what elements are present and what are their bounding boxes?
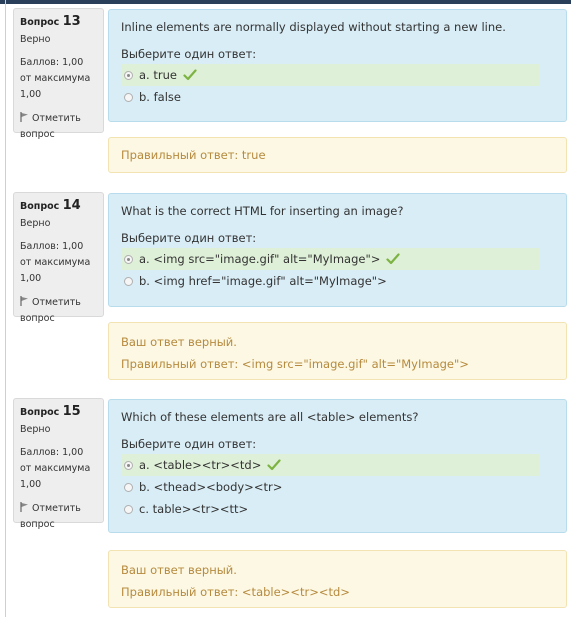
flag-icon — [20, 502, 28, 512]
question-number: Вопрос 14 — [20, 198, 97, 215]
answer-option-b[interactable]: b. <thead><body><tr> — [121, 476, 539, 498]
answer-list: a. true b. false — [121, 64, 554, 108]
feedback-text: Ваш ответ верный. — [121, 335, 237, 349]
answer-option-b[interactable]: b. false — [121, 86, 539, 108]
answer-label: b. false — [139, 90, 181, 104]
question-number-value: 13 — [62, 14, 81, 29]
question-state: Верно — [20, 424, 51, 435]
radio-button[interactable] — [124, 483, 133, 492]
question-feedback: Правильный ответ: true — [108, 137, 567, 173]
correct-answer-text: Правильный ответ: <table><tr><td> — [121, 585, 350, 599]
question-state: Верно — [20, 34, 51, 45]
radio-button[interactable] — [124, 93, 133, 102]
question-grade: Баллов: 1,00 от максимума 1,00 — [20, 447, 91, 490]
answer-label: b. <thead><body><tr> — [139, 480, 283, 494]
flag-label: Отметить вопрос — [20, 503, 81, 530]
question-grade: Баллов: 1,00 от максимума 1,00 — [20, 57, 91, 100]
answer-label: a. <table><tr><td> — [139, 458, 262, 472]
answer-list: a. <img src="image.gif" alt="MyImage"> b… — [121, 248, 554, 292]
flag-label: Отметить вопрос — [20, 297, 81, 324]
top-bar — [0, 0, 571, 4]
answer-label: a. <img src="image.gif" alt="MyImage"> — [139, 252, 381, 266]
answer-option-c[interactable]: c. table><tr><tt> — [121, 498, 539, 520]
radio-button[interactable] — [124, 277, 133, 286]
answer-prompt: Выберите один ответ: — [121, 437, 257, 451]
answer-label: c. table><tr><tt> — [139, 502, 249, 516]
question-feedback: Ваш ответ верный. Правильный ответ: <tab… — [108, 550, 567, 608]
answer-option-a[interactable]: a. <table><tr><td> — [121, 454, 539, 476]
answer-option-a[interactable]: a. true — [121, 64, 539, 86]
flag-question-link[interactable]: Отметить вопрос — [20, 295, 97, 327]
question-grade: Баллов: 1,00 от максимума 1,00 — [20, 241, 91, 284]
question-feedback: Ваш ответ верный. Правильный ответ: <img… — [108, 322, 567, 380]
radio-button[interactable] — [124, 505, 133, 514]
answer-list: a. <table><tr><td> b. <thead><body><tr> … — [121, 454, 554, 520]
question-number-value: 15 — [62, 404, 81, 419]
radio-button[interactable] — [124, 71, 133, 80]
question-state: Верно — [20, 218, 51, 229]
answer-label: a. true — [139, 68, 177, 82]
question-text: Inline elements are normally displayed w… — [121, 20, 506, 34]
radio-button[interactable] — [124, 461, 133, 470]
flag-icon — [20, 112, 28, 122]
check-icon — [267, 459, 281, 471]
question-info: Вопрос 14 Верно Баллов: 1,00 от максимум… — [13, 192, 104, 324]
correct-answer-text: Правильный ответ: true — [121, 148, 266, 162]
answer-option-a[interactable]: a. <img src="image.gif" alt="MyImage"> — [121, 248, 539, 270]
flag-question-link[interactable]: Отметить вопрос — [20, 111, 97, 143]
check-icon — [183, 69, 197, 81]
question-label: Вопрос — [20, 201, 60, 212]
question-info: Вопрос 15 Верно Баллов: 1,00 от максимум… — [13, 398, 104, 530]
question-text: Which of these elements are all <table> … — [121, 410, 419, 424]
question-formulation: Inline elements are normally displayed w… — [108, 9, 567, 122]
question-number: Вопрос 13 — [20, 14, 97, 31]
question-text: What is the correct HTML for inserting a… — [121, 204, 404, 218]
check-icon — [386, 253, 400, 265]
question-number: Вопрос 15 — [20, 404, 97, 421]
question-info: Вопрос 13 Верно Баллов: 1,00 от максимум… — [13, 8, 104, 140]
flag-icon — [20, 296, 28, 306]
answer-label: b. <img href="image.gif" alt="MyImage"> — [139, 274, 387, 288]
answer-prompt: Выберите один ответ: — [121, 231, 257, 245]
question-number-value: 14 — [62, 198, 81, 213]
correct-answer-text: Правильный ответ: <img src="image.gif" a… — [121, 357, 469, 371]
feedback-text: Ваш ответ верный. — [121, 563, 237, 577]
question-label: Вопрос — [20, 407, 60, 418]
answer-prompt: Выберите один ответ: — [121, 47, 257, 61]
question-label: Вопрос — [20, 17, 60, 28]
radio-button[interactable] — [124, 255, 133, 264]
flag-question-link[interactable]: Отметить вопрос — [20, 501, 97, 533]
question-formulation: What is the correct HTML for inserting a… — [108, 193, 567, 307]
flag-label: Отметить вопрос — [20, 113, 81, 140]
left-divider — [5, 0, 6, 617]
question-formulation: Which of these elements are all <table> … — [108, 399, 567, 533]
answer-option-b[interactable]: b. <img href="image.gif" alt="MyImage"> — [121, 270, 539, 292]
